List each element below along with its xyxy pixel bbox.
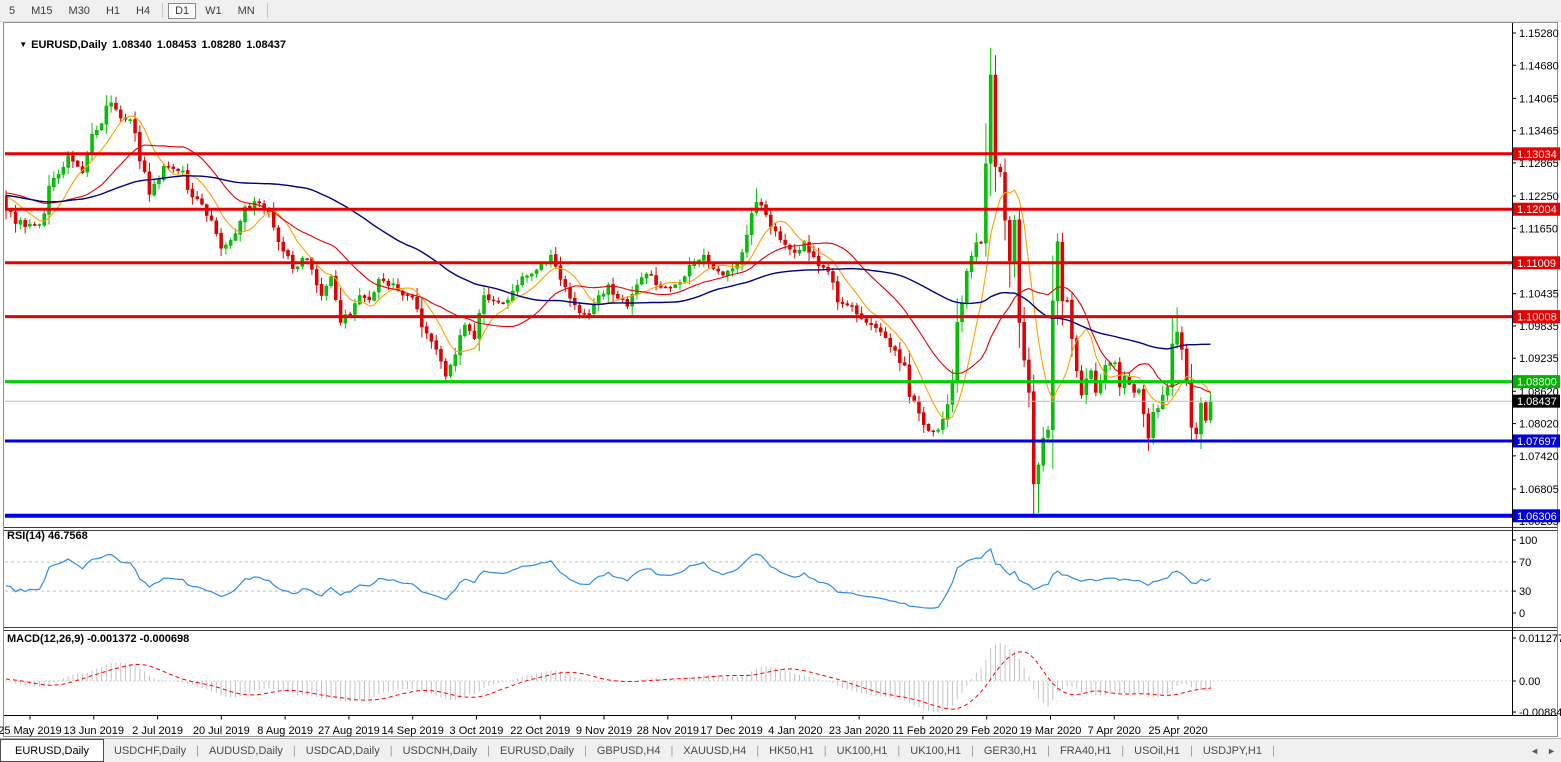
- chart-canvas[interactable]: 1.152801.146801.140651.134651.128651.122…: [0, 22, 1561, 738]
- chart-tab-usoil-h1[interactable]: USOil,H1: [1124, 739, 1190, 762]
- svg-text:13 Jun 2019: 13 Jun 2019: [63, 725, 124, 737]
- chart-tab-hk50-h1[interactable]: HK50,H1: [759, 739, 824, 762]
- svg-text:1.11009: 1.11009: [1517, 258, 1556, 270]
- chart-tab-fra40-h1[interactable]: FRA40,H1: [1050, 739, 1121, 762]
- svg-text:20 Jul 2019: 20 Jul 2019: [193, 725, 250, 737]
- svg-text:-0.008845: -0.008845: [1519, 707, 1561, 719]
- timeframe-button-W1[interactable]: W1: [198, 3, 229, 19]
- svg-text:1.06306: 1.06306: [1517, 511, 1557, 523]
- svg-text:14 Sep 2019: 14 Sep 2019: [381, 725, 443, 737]
- svg-text:7 Apr 2020: 7 Apr 2020: [1088, 725, 1141, 737]
- svg-text:0: 0: [1519, 608, 1525, 620]
- chart-tab-gbpusd-h4[interactable]: GBPUSD,H4: [587, 739, 671, 762]
- svg-text:1.15280: 1.15280: [1519, 28, 1559, 40]
- svg-text:70: 70: [1519, 557, 1531, 569]
- chart-tab-usdjpy-h1[interactable]: USDJPY,H1: [1193, 739, 1272, 762]
- svg-text:2 Jul 2019: 2 Jul 2019: [132, 725, 183, 737]
- svg-text:1.09235: 1.09235: [1519, 353, 1559, 365]
- svg-text:1.13034: 1.13034: [1517, 149, 1557, 161]
- chart-tab-usdcad-daily[interactable]: USDCAD,Daily: [296, 739, 390, 762]
- price-chip-1.13034: 1.13034: [1513, 147, 1560, 161]
- price-chip-1.08800: 1.08800: [1513, 375, 1560, 389]
- chart-window-frame: [3, 22, 1558, 737]
- macd-indicator-label: MACD(12,26,9) -0.001372 -0.000698: [7, 633, 190, 645]
- svg-text:1.08800: 1.08800: [1517, 377, 1557, 389]
- chart-tab-usdchf-daily[interactable]: USDCHF,Daily: [104, 739, 196, 762]
- tab-scroll-left-icon[interactable]: ◄: [1530, 746, 1539, 756]
- svg-text:1.07420: 1.07420: [1519, 451, 1559, 463]
- svg-text:25 May 2019: 25 May 2019: [0, 725, 62, 737]
- svg-text:1.10435: 1.10435: [1519, 289, 1559, 301]
- svg-text:1.12250: 1.12250: [1519, 191, 1559, 203]
- svg-text:19 Mar 2020: 19 Mar 2020: [1020, 725, 1082, 737]
- svg-text:1.13465: 1.13465: [1519, 126, 1559, 138]
- svg-text:25 Apr 2020: 25 Apr 2020: [1148, 725, 1207, 737]
- svg-text:23 Jan 2020: 23 Jan 2020: [829, 725, 890, 737]
- svg-text:1.12004: 1.12004: [1517, 204, 1557, 216]
- svg-text:1.08437: 1.08437: [1517, 396, 1557, 408]
- tab-scroll-right-icon[interactable]: ►: [1547, 746, 1556, 756]
- svg-text:17 Dec 2019: 17 Dec 2019: [700, 725, 762, 737]
- svg-text:1.10008: 1.10008: [1517, 312, 1557, 324]
- chart-tab-audusd-daily[interactable]: AUDUSD,Daily: [199, 739, 293, 762]
- ohlc-close: 1.08437: [246, 39, 287, 51]
- chart-title: ▼ EURUSD,Daily 1.08340 1.08453 1.08280 1.0843…: [7, 27, 286, 63]
- svg-text:28 Nov 2019: 28 Nov 2019: [637, 725, 699, 737]
- chart-tab-xauusd-h4[interactable]: XAUUSD,H4: [673, 739, 756, 762]
- svg-text:1.14680: 1.14680: [1519, 60, 1559, 72]
- chart-symbol-label: EURUSD,Daily: [31, 39, 107, 51]
- svg-text:1.08020: 1.08020: [1519, 419, 1559, 431]
- svg-text:8 Aug 2019: 8 Aug 2019: [257, 725, 313, 737]
- price-chip-1.06306: 1.06306: [1513, 509, 1560, 523]
- price-chip-1.07697: 1.07697: [1513, 434, 1560, 448]
- svg-text:22 Oct 2019: 22 Oct 2019: [510, 725, 570, 737]
- svg-text:30: 30: [1519, 586, 1531, 598]
- svg-text:1.06805: 1.06805: [1519, 484, 1559, 496]
- chart-tab-uk100-h1[interactable]: UK100,H1: [827, 739, 898, 762]
- timeframe-button-M15[interactable]: M15: [24, 3, 59, 19]
- chart-tabs-bar: EURUSD,Daily USDCHF,Daily | AUDUSD,Daily | US…: [0, 738, 1561, 762]
- chart-tab-eurusd-daily[interactable]: EURUSD,Daily: [490, 739, 584, 762]
- timeframe-toolbar: 5 M15 M30 H1 H4 D1 W1 MN: [0, 0, 1561, 22]
- svg-text:29 Feb 2020: 29 Feb 2020: [956, 725, 1018, 737]
- svg-text:1.11650: 1.11650: [1519, 223, 1558, 235]
- ohlc-high: 1.08453: [156, 39, 197, 51]
- price-chip-1.10008: 1.10008: [1513, 310, 1560, 324]
- ohlc-low: 1.08280: [201, 39, 242, 51]
- svg-text:9 Nov 2019: 9 Nov 2019: [576, 725, 632, 737]
- timeframe-button-5[interactable]: 5: [2, 3, 22, 19]
- svg-text:4 Jan 2020: 4 Jan 2020: [768, 725, 822, 737]
- rsi-indicator-label: RSI(14) 46.7568: [7, 530, 88, 542]
- price-chip-1.12004: 1.12004: [1513, 202, 1560, 216]
- chart-window[interactable]: ▼ EURUSD,Daily 1.08340 1.08453 1.08280 1.0843…: [0, 22, 1561, 738]
- timeframe-button-D1[interactable]: D1: [168, 2, 197, 19]
- chart-tab-eurusd-daily[interactable]: EURUSD,Daily: [0, 739, 104, 762]
- svg-text:100: 100: [1519, 535, 1537, 547]
- timeframe-button-M30[interactable]: M30: [62, 3, 97, 19]
- timeframe-button-H1[interactable]: H1: [99, 3, 127, 19]
- timeframe-button-H4[interactable]: H4: [129, 3, 157, 19]
- price-chip-1.08437: 1.08437: [1513, 394, 1560, 408]
- svg-text:11 Feb 2020: 11 Feb 2020: [892, 725, 953, 737]
- price-chip-1.11009: 1.11009: [1513, 256, 1560, 270]
- svg-text:0.011277: 0.011277: [1519, 633, 1561, 645]
- timeframe-button-MN[interactable]: MN: [231, 3, 262, 19]
- svg-text:3 Oct 2019: 3 Oct 2019: [450, 725, 504, 737]
- svg-text:1.07697: 1.07697: [1517, 436, 1557, 448]
- svg-text:0.00: 0.00: [1519, 676, 1540, 688]
- ohlc-open: 1.08340: [111, 39, 152, 51]
- svg-text:27 Aug 2019: 27 Aug 2019: [318, 725, 380, 737]
- svg-text:1.14065: 1.14065: [1519, 93, 1559, 105]
- chart-tab-usdcnh-daily[interactable]: USDCNH,Daily: [393, 739, 488, 762]
- chart-tab-uk100-h1[interactable]: UK100,H1: [900, 739, 971, 762]
- tab-scroll-arrows: ◄ ►: [1530, 739, 1556, 762]
- tab-divider: |: [1271, 744, 1275, 757]
- toolbar-separator: [162, 3, 164, 18]
- toolbar-separator: [266, 3, 268, 18]
- symbol-dropdown-icon[interactable]: ▼: [19, 40, 27, 49]
- chart-tab-ger30-h1[interactable]: GER30,H1: [974, 739, 1047, 762]
